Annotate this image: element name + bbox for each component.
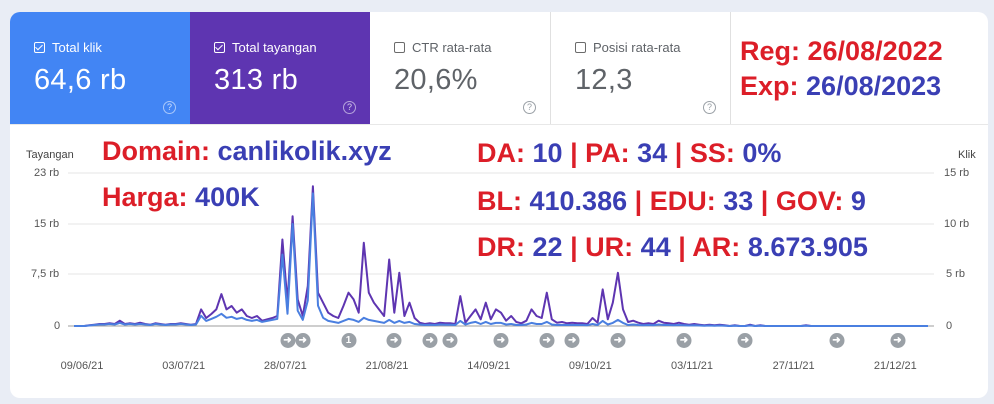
annotation-arrow-icon[interactable]: ➜ xyxy=(610,333,626,348)
annotation-arrow-icon[interactable]: ➜ xyxy=(386,333,402,348)
x-tick-label: 21/08/21 xyxy=(365,360,409,372)
annotation-arrow-icon[interactable]: ➜ xyxy=(493,333,509,348)
x-tick-label: 09/06/21 xyxy=(60,360,104,372)
performance-panel: Total klik 64,6 rb ? Total tayangan 313 … xyxy=(10,12,988,398)
annotation-arrow-icon[interactable]: ➜ xyxy=(829,333,844,348)
x-tick-label: 21/12/21 xyxy=(873,360,917,372)
price-info: Harga: 400K xyxy=(102,182,260,212)
annotation-arrow-icon[interactable]: ➜ xyxy=(422,333,438,348)
annotation-arrow-icon[interactable]: ➜ xyxy=(676,333,692,348)
x-tick-label: 03/11/21 xyxy=(670,360,714,372)
domain-info: Domain: canlikolik.xyz xyxy=(102,136,392,166)
x-tick-label: 09/10/21 xyxy=(568,360,612,372)
annotation-arrow-icon[interactable]: ➜ xyxy=(280,333,295,348)
x-tick-label: 28/07/21 xyxy=(263,360,307,372)
annotation-arrow-icon[interactable]: ➜ xyxy=(539,333,555,348)
annotation-arrow-icon[interactable]: ➜ xyxy=(564,333,580,348)
x-tick-label: 03/07/21 xyxy=(162,360,206,372)
annotation-arrow-icon[interactable]: ➜ xyxy=(737,333,753,348)
backlink-metrics: BL: 410.386 | EDU: 33 | GOV: 9 xyxy=(477,186,866,216)
annotation-arrow-icon[interactable]: ➜ xyxy=(442,333,458,348)
rating-metrics: DR: 22 | UR: 44 | AR: 8.673.905 xyxy=(477,232,868,262)
annotation-arrow-icon[interactable]: ➜ xyxy=(890,333,905,348)
x-tick-label: 27/11/21 xyxy=(772,360,815,372)
authority-metrics: DA: 10 | PA: 34 | SS: 0% xyxy=(477,138,782,168)
annotation-count-marker[interactable]: 1 xyxy=(341,333,356,348)
x-tick-label: 14/09/21 xyxy=(467,360,511,372)
annotation-arrow-icon[interactable]: ➜ xyxy=(295,333,311,348)
